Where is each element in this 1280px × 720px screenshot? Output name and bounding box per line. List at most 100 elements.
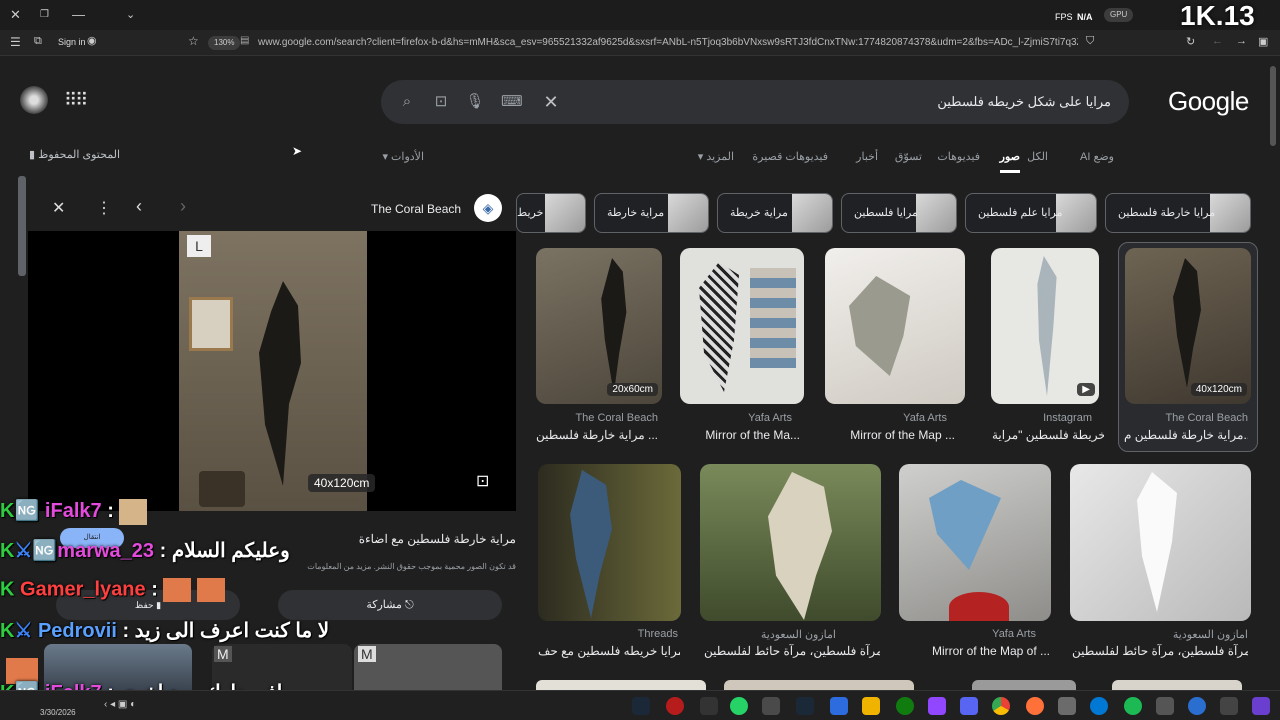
chat-username: iFalk7 <box>44 500 102 522</box>
bookmark-star-icon[interactable]: ☆ <box>188 34 199 48</box>
result-title[interactable]: Mirror of the Map of ... <box>904 644 1050 658</box>
url-bar[interactable]: www.google.com/search?client=firefox-b-d… <box>258 33 1078 53</box>
preview-site-name[interactable]: The Coral Beach <box>371 202 461 216</box>
chevron-down-icon[interactable]: ⌄ <box>126 8 135 21</box>
result-image-partial[interactable] <box>724 680 914 690</box>
result-title[interactable]: مراية خارطة فلسطين ... <box>532 428 658 442</box>
discord-icon[interactable] <box>960 697 978 715</box>
chrome-icon[interactable] <box>992 697 1010 715</box>
saved-content-link[interactable]: المحتوى المحفوظ ▮ <box>20 148 120 161</box>
apps-grid-icon[interactable]: ⠿⠿ <box>64 90 88 111</box>
result-image[interactable]: 20x60cm <box>536 248 662 404</box>
obs-icon[interactable] <box>928 697 946 715</box>
result-image-partial[interactable] <box>536 680 706 690</box>
restore-window-icon[interactable]: ❐ <box>40 9 49 20</box>
app-icon[interactable] <box>1220 697 1238 715</box>
app-icon[interactable] <box>1058 697 1076 715</box>
panel-scrollbar[interactable] <box>18 176 26 276</box>
tools-button[interactable]: الأدوات ▾ <box>382 150 424 163</box>
next-icon[interactable]: › <box>180 196 186 217</box>
result-title[interactable]: مرآة فلسطين، مرآة حائط لفلسطين، ... <box>1072 644 1248 658</box>
shield-icon[interactable]: ⛉ <box>1086 35 1094 48</box>
clear-icon[interactable]: ✕ <box>541 92 561 112</box>
edge-icon[interactable] <box>1090 697 1108 715</box>
whatsapp-icon[interactable] <box>730 697 748 715</box>
avatar[interactable] <box>20 86 48 114</box>
result-title[interactable]: خريطة فلسطين "مراية... <box>992 428 1104 442</box>
reload-icon[interactable]: ↻ <box>1186 35 1195 48</box>
result-image[interactable] <box>899 464 1051 621</box>
extensions-icon[interactable]: ▣ <box>1258 35 1268 48</box>
result-image[interactable] <box>700 464 881 621</box>
file-explorer-icon[interactable] <box>862 697 880 715</box>
tab-ai-mode[interactable]: وضع AI <box>1080 150 1114 163</box>
preview-title[interactable]: مراية خارطة فلسطين مع اضاءة <box>340 532 516 546</box>
result-image[interactable]: 40x120cm <box>1125 248 1251 404</box>
mic-icon[interactable]: 🎙 <box>465 92 485 112</box>
result-image[interactable] <box>825 248 965 404</box>
menu-icon[interactable]: ☰ <box>10 35 21 49</box>
sign-in-button[interactable]: Sign in <box>58 37 86 47</box>
app-icon[interactable] <box>762 697 780 715</box>
steam-icon[interactable] <box>632 697 650 715</box>
epic-games-icon[interactable] <box>700 697 718 715</box>
related-chip[interactable]: مراية خارطة <box>594 193 709 233</box>
previous-icon[interactable]: ‹ <box>136 196 142 217</box>
close-window-icon[interactable]: ✕ <box>10 7 21 23</box>
back-icon[interactable]: ← <box>1212 35 1223 47</box>
google-logo[interactable]: Google <box>1168 86 1249 117</box>
forward-icon[interactable]: → <box>1236 35 1247 47</box>
result-title[interactable]: Mirror of the Ma... <box>680 428 800 442</box>
search-icon[interactable]: ⌕ <box>397 92 417 112</box>
related-chip[interactable]: مراية خريطة <box>717 193 833 233</box>
keyboard-icon[interactable]: ⌨ <box>501 92 523 112</box>
result-title[interactable]: مراية خارطة فلسطين م... <box>1124 428 1248 442</box>
tab-images[interactable]: صور <box>999 150 1020 173</box>
result-title[interactable]: مرايا خريطه فلسطين مع حف... <box>538 644 680 658</box>
related-chip[interactable]: مرايا خارطة فلسطين <box>1105 193 1251 233</box>
woman-with-mirror <box>768 472 832 620</box>
spotify-icon[interactable] <box>1124 697 1142 715</box>
minimize-window-icon[interactable]: — <box>72 7 85 22</box>
related-image[interactable]: M <box>354 644 502 690</box>
zoom-level[interactable]: 130% <box>208 36 241 50</box>
calculator-icon[interactable] <box>830 697 848 715</box>
tab-videos[interactable]: فيديوهات <box>937 150 980 163</box>
result-image-partial[interactable] <box>1112 680 1242 690</box>
steam-icon[interactable] <box>796 697 814 715</box>
recorder-icon[interactable] <box>666 697 684 715</box>
related-chip[interactable]: مرايا علم فلسطين <box>965 193 1097 233</box>
more-options-icon[interactable]: ⋮ <box>96 198 112 218</box>
result-image[interactable] <box>538 464 681 621</box>
firefox-icon[interactable] <box>1026 697 1044 715</box>
related-chip[interactable]: خريط <box>516 193 586 233</box>
page-scrollbar[interactable] <box>1270 66 1276 146</box>
search-input[interactable]: مرايا على شكل خريطه فلسطين <box>937 94 1111 110</box>
result-image[interactable]: ▶ <box>991 248 1099 404</box>
xbox-icon[interactable] <box>896 697 914 715</box>
result-image[interactable] <box>1070 464 1251 621</box>
app-icon[interactable] <box>1188 697 1206 715</box>
app-icon[interactable] <box>1252 697 1270 715</box>
tray-icons[interactable]: ‹ ◂ ▣ ◐ <box>104 699 136 710</box>
page-info-icon[interactable]: ▤ <box>240 35 249 46</box>
result-title[interactable]: مرآة فلسطين، مرآة حائط لفلسطين، ... <box>704 644 880 658</box>
site-logo-icon[interactable]: ◈ <box>474 194 502 222</box>
search-box[interactable]: ⌕ ⊡ 🎙 ⌨ ✕ مرايا على شكل خريطه فلسطين <box>381 80 1129 124</box>
related-chip[interactable]: مرايا فلسطين <box>841 193 957 233</box>
account-icon[interactable]: ◉ <box>87 34 97 47</box>
tab-shopping[interactable]: تسوّق <box>895 150 922 163</box>
tab-more[interactable]: المزيد ▾ <box>698 150 734 163</box>
tab-all[interactable]: الكل <box>1027 150 1048 163</box>
tab-short-videos[interactable]: فيديوهات قصيرة <box>752 150 828 163</box>
sidebar-icon[interactable]: ⧉ <box>34 35 42 48</box>
lens-icon[interactable]: ⊡ <box>431 92 451 112</box>
preview-image-frame[interactable]: L 40x120cm ⊡ <box>28 231 516 511</box>
result-image-partial[interactable] <box>972 680 1076 690</box>
close-icon[interactable]: ✕ <box>52 198 65 218</box>
app-icon[interactable] <box>1156 697 1174 715</box>
result-image[interactable] <box>680 248 804 404</box>
result-title[interactable]: Mirror of the Map ... <box>823 428 955 442</box>
tab-news[interactable]: أخبار <box>856 150 878 163</box>
lens-search-icon[interactable]: ⊡ <box>476 471 489 491</box>
